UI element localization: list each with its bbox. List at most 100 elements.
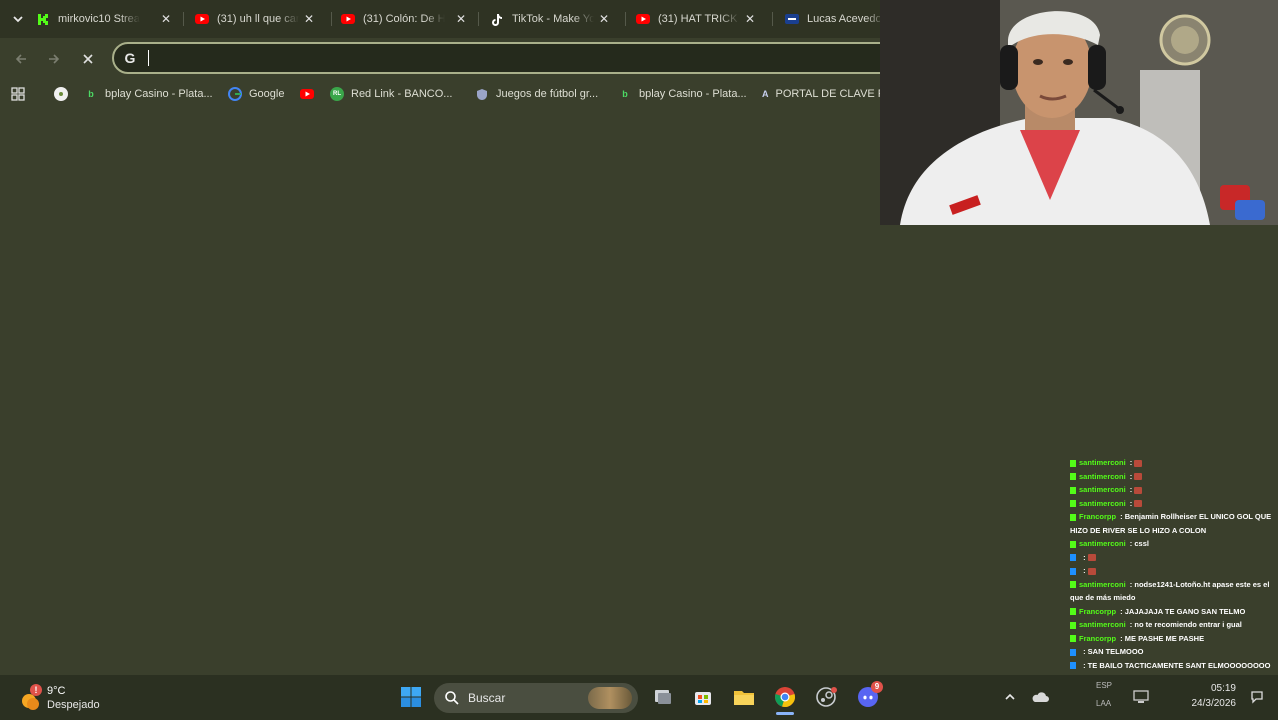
- chrome-icon: [775, 687, 795, 707]
- tab-5[interactable]: Lucas Acevedo: [785, 4, 885, 34]
- emote-icon: [1134, 486, 1143, 494]
- bookmark-label: Google: [249, 88, 285, 100]
- chat-message: :: [1068, 564, 1278, 578]
- system-clock[interactable]: 05:19 24/3/2026: [1180, 681, 1237, 711]
- kick-badge-icon: [1070, 486, 1076, 494]
- bookmark-0[interactable]: [54, 86, 75, 102]
- store-button[interactable]: [690, 684, 716, 710]
- chat-message: santimerconi :: [1068, 456, 1278, 470]
- chat-text: TE BAILO TACTICAMENTE SANT ELMOOOOOOOO: [1087, 660, 1271, 670]
- chat-separator: :: [1118, 606, 1125, 616]
- apps-grid-icon: [11, 87, 25, 101]
- chat-message: santimerconi : cssl: [1068, 537, 1278, 551]
- chat-separator: :: [1127, 458, 1135, 467]
- chat-username[interactable]: santimerconi: [1079, 458, 1126, 467]
- bplay-icon: b: [622, 89, 628, 99]
- weather-widget[interactable]: ! 9°C Despejado: [18, 681, 138, 715]
- forward-button[interactable]: [43, 48, 65, 70]
- chat-username[interactable]: santimerconi: [1079, 472, 1126, 481]
- tiktok-icon: [490, 12, 504, 26]
- close-icon[interactable]: ✕: [160, 12, 172, 26]
- emote-icon: [1134, 500, 1143, 508]
- task-view-button[interactable]: [650, 684, 676, 710]
- subscriber-badge-icon: [1070, 567, 1076, 575]
- tab-3[interactable]: TikTok - Make Your Day ✕: [490, 4, 620, 34]
- start-button[interactable]: [398, 684, 424, 710]
- address-input[interactable]: [148, 48, 852, 70]
- chat-username[interactable]: Francorpp: [1079, 607, 1116, 616]
- search-highlight-image: [588, 687, 632, 709]
- windows-taskbar: ! 9°C Despejado Buscar 9 ESP LAA 05:19 2…: [0, 675, 1278, 720]
- emote-icon: [1087, 554, 1096, 562]
- bookmark-6[interactable]: b bplay Casino - Plata...: [618, 86, 746, 102]
- bookmark-4[interactable]: RL Red Link - BANCO...: [330, 86, 452, 102]
- tab-title: (31) uh ll que carajo: [217, 13, 299, 25]
- chat-username[interactable]: santimerconi: [1079, 485, 1126, 494]
- back-button[interactable]: [10, 48, 32, 70]
- chat-username[interactable]: santimerconi: [1079, 580, 1126, 589]
- kick-badge-icon: [1070, 635, 1076, 643]
- chat-separator: :: [1081, 660, 1088, 670]
- language-label: ESP: [1096, 681, 1113, 690]
- bplay-icon: b: [88, 89, 94, 99]
- chat-separator: :: [1081, 647, 1088, 656]
- tab-divider: [772, 12, 773, 26]
- stop-loading-button[interactable]: [77, 48, 99, 70]
- chat-username[interactable]: santimerconi: [1079, 620, 1126, 629]
- bookmark-label: Red Link - BANCO...: [351, 88, 453, 100]
- bookmark-5[interactable]: Juegos de fútbol gr...: [475, 86, 598, 102]
- chat-separator: :: [1118, 512, 1125, 521]
- network-button[interactable]: [1128, 684, 1154, 710]
- search-label: Buscar: [468, 691, 506, 705]
- tray-overflow-button[interactable]: [997, 684, 1023, 710]
- chat-message: santimerconi :: [1068, 470, 1278, 484]
- notifications-button[interactable]: [1244, 684, 1270, 710]
- weather-condition: Despejado: [47, 699, 100, 711]
- kick-badge-icon: [1070, 500, 1076, 508]
- site-icon: [785, 12, 799, 26]
- chat-username[interactable]: santimerconi: [1079, 499, 1126, 508]
- tab-4[interactable]: (31) HAT TRICK ✕: [636, 4, 766, 34]
- kick-badge-icon: [1070, 540, 1076, 548]
- bookmark-7[interactable]: A PORTAL DE CLAVE F: [762, 86, 880, 102]
- address-bar[interactable]: G: [112, 42, 902, 74]
- redlink-icon: RL: [330, 87, 344, 101]
- bookmark-1[interactable]: b bplay Casino - Plata...: [84, 86, 212, 102]
- chevron-up-icon: [1005, 693, 1015, 700]
- chat-separator: :: [1118, 633, 1125, 643]
- close-icon[interactable]: ✕: [303, 12, 315, 26]
- chat-username[interactable]: Francorpp: [1079, 512, 1116, 521]
- emote-icon: [1134, 459, 1143, 467]
- chat-separator: :: [1127, 471, 1135, 481]
- subscriber-badge-icon: [1070, 648, 1076, 656]
- steam-button[interactable]: [813, 684, 839, 710]
- subscriber-badge-icon: [1070, 554, 1076, 562]
- tab-title: mirkovic10 Stream: [58, 13, 140, 25]
- close-icon[interactable]: ✕: [598, 12, 610, 26]
- tab-2[interactable]: (31) Colón: De Hu ✕: [341, 4, 477, 34]
- tab-divider: [478, 12, 479, 26]
- close-icon[interactable]: ✕: [744, 12, 756, 26]
- apps-button[interactable]: [11, 86, 25, 102]
- keyboard-layout-label: LAA: [1096, 699, 1112, 708]
- chat-message: Francorpp : JAJAJAJA TE GANO SAN TELMO: [1068, 605, 1278, 619]
- tab-search-button[interactable]: [6, 7, 30, 31]
- tab-1[interactable]: (31) uh ll que carajo ✕: [195, 4, 325, 34]
- chat-bubble-icon: [1251, 691, 1263, 704]
- close-icon: [83, 54, 93, 64]
- chat-username[interactable]: santimerconi: [1079, 539, 1126, 548]
- close-icon[interactable]: ✕: [455, 12, 467, 26]
- text-cursor: [148, 50, 149, 66]
- search-icon: [445, 691, 459, 705]
- chat-message: santimerconi :: [1068, 497, 1278, 511]
- onedrive-button[interactable]: [1027, 684, 1053, 710]
- file-explorer-button[interactable]: [731, 684, 757, 710]
- bookmark-2[interactable]: Google: [228, 86, 284, 102]
- chrome-button[interactable]: [772, 684, 798, 715]
- taskbar-search[interactable]: Buscar: [434, 683, 638, 713]
- chat-username[interactable]: Francorpp: [1079, 634, 1116, 643]
- discord-button[interactable]: 9: [855, 681, 883, 710]
- bookmark-3[interactable]: [300, 86, 321, 102]
- tab-0[interactable]: mirkovic10 Stream ✕: [36, 4, 182, 34]
- kick-badge-icon: [1070, 608, 1076, 616]
